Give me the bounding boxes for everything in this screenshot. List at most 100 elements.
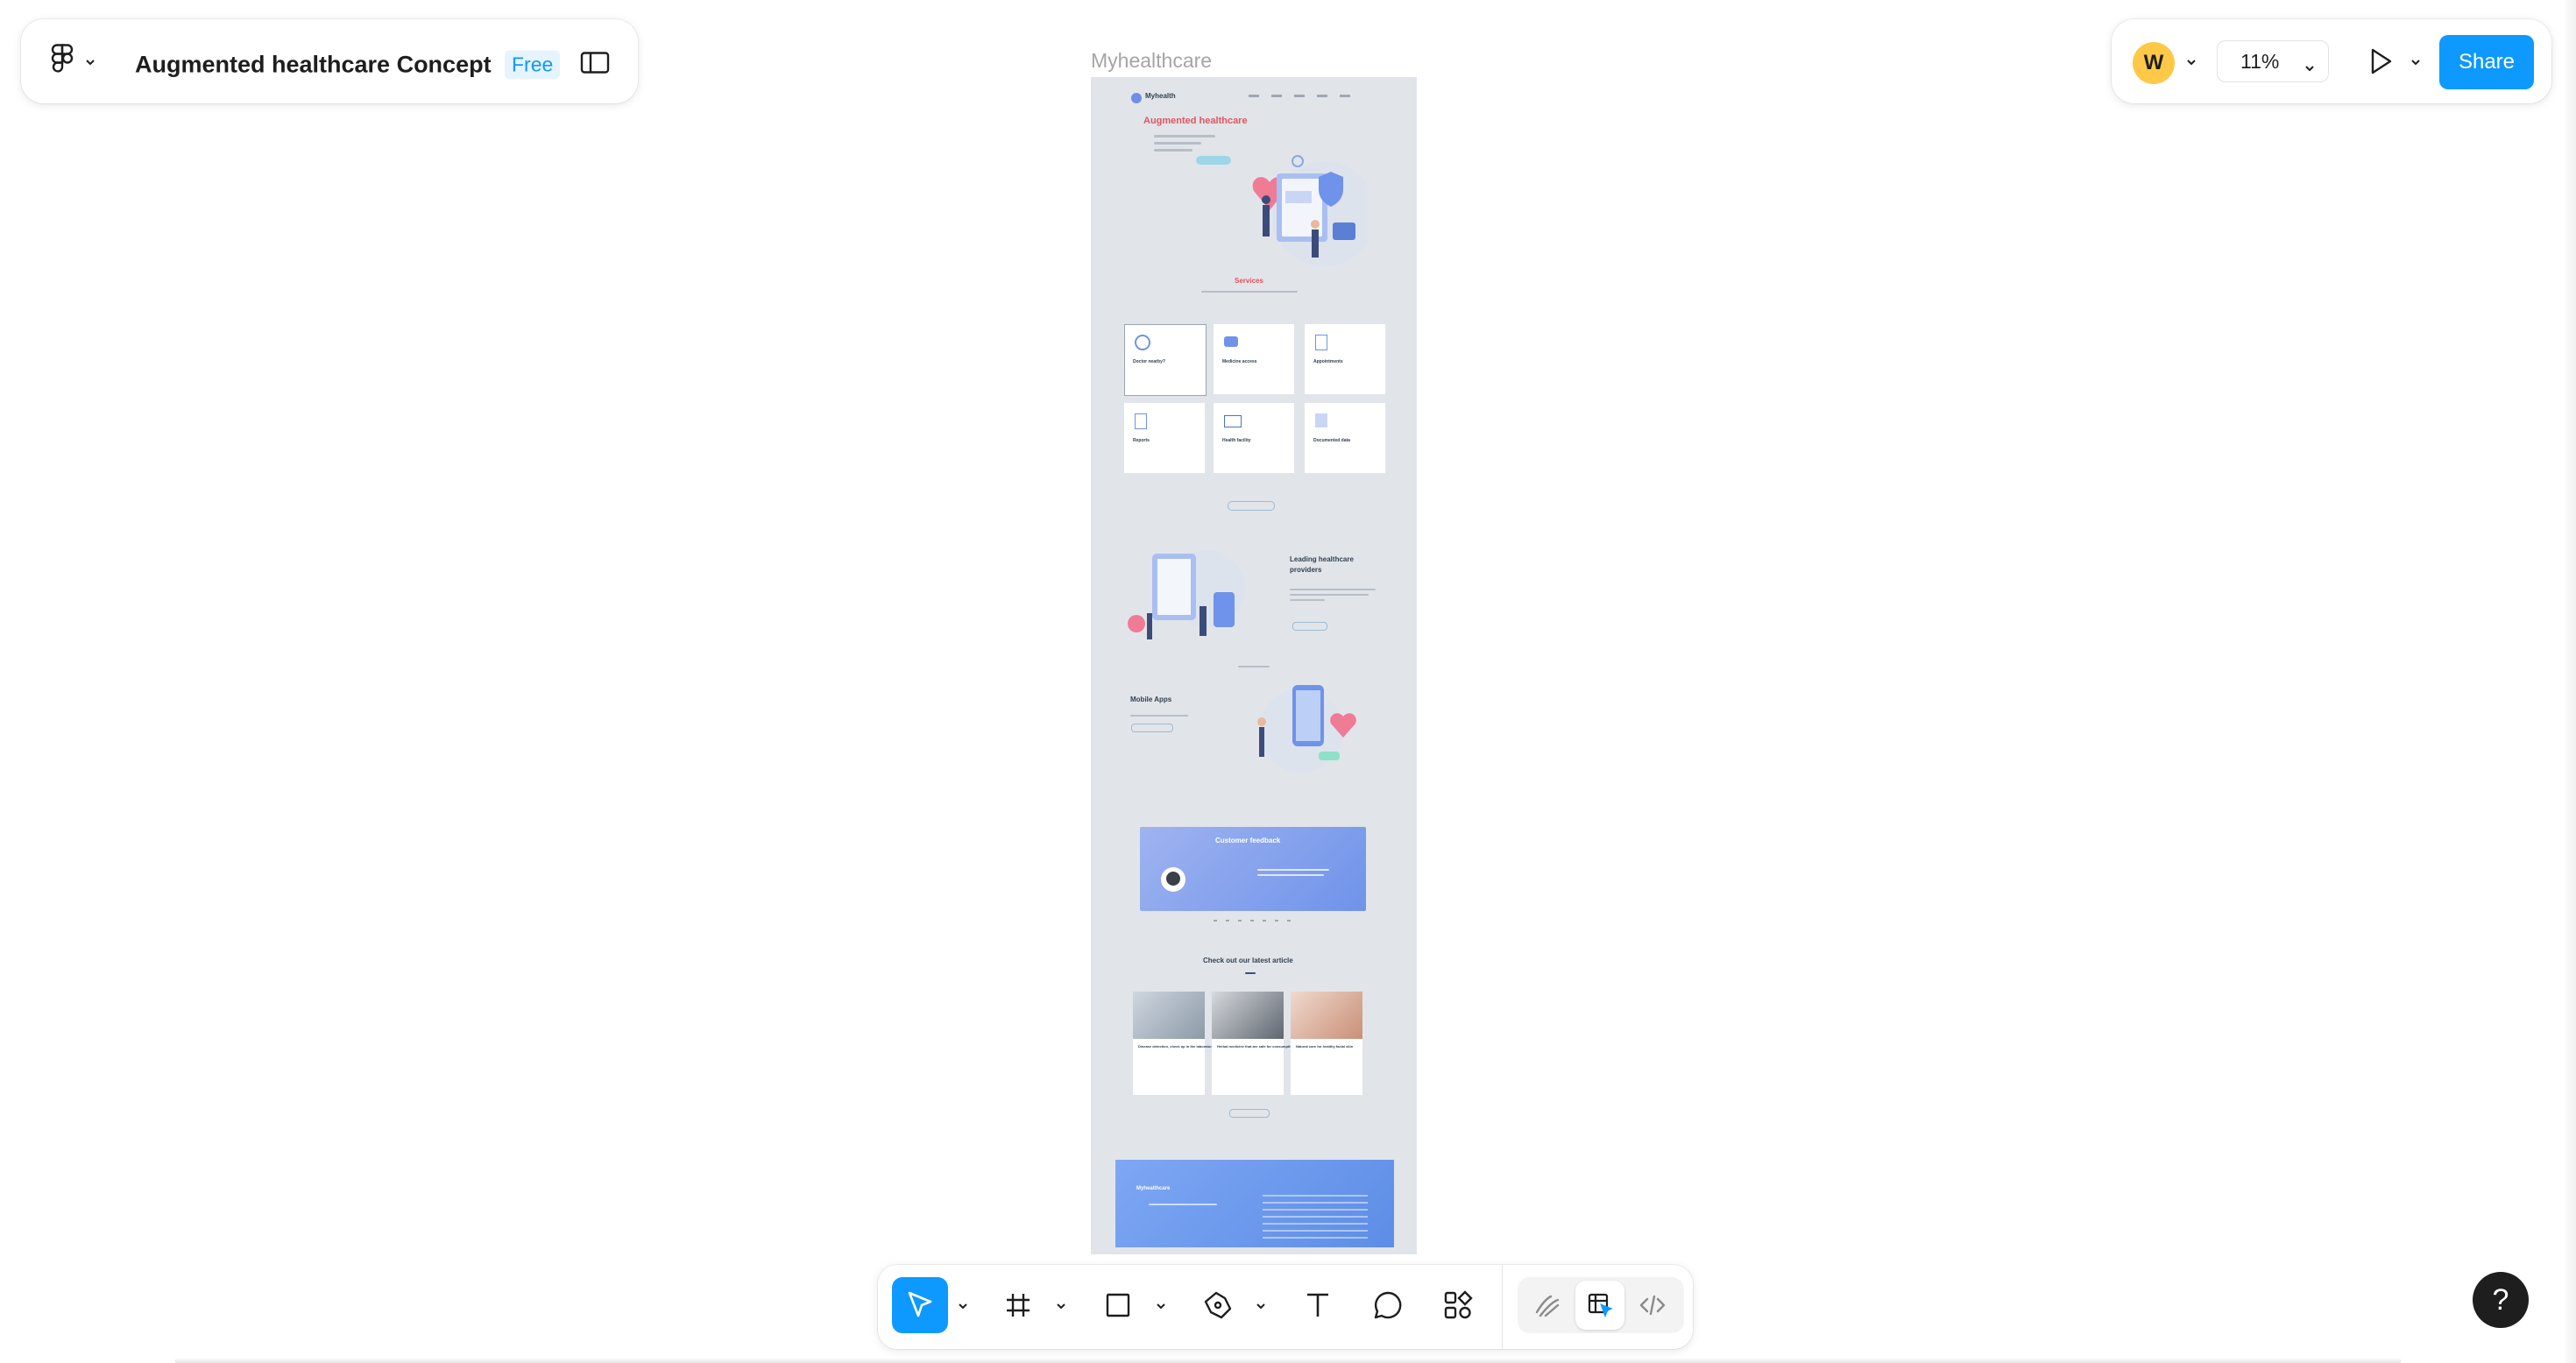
- draw-icon: [1535, 1295, 1560, 1317]
- plan-badge[interactable]: Free: [505, 50, 561, 80]
- frame-section-caption: [1238, 666, 1270, 667]
- frame-providers-text: [1290, 599, 1325, 601]
- frame-service-card-title: Documented data: [1313, 438, 1350, 443]
- frame-service-card-title: Medicine access: [1222, 359, 1257, 364]
- zoom-value: 11%: [2240, 49, 2280, 73]
- frame-service-card-title: Appointments: [1313, 359, 1343, 364]
- frame-service-card-title: Reports: [1133, 438, 1150, 443]
- share-button[interactable]: Share: [2439, 35, 2534, 89]
- frame-tool-button[interactable]: [990, 1277, 1046, 1333]
- frame-service-card-title: Doctor nearby?: [1133, 359, 1165, 364]
- frame-providers-illustration: [1128, 550, 1245, 639]
- design-mode-icon: [1588, 1293, 1613, 1318]
- pill-icon: [1224, 336, 1238, 347]
- frame-view-more-button: [1228, 501, 1275, 511]
- code-icon: [1639, 1295, 1666, 1316]
- main-menu-button[interactable]: [51, 44, 74, 80]
- rectangle-icon: [1106, 1293, 1130, 1317]
- frame-service-card-title: Health facility: [1222, 438, 1251, 443]
- frame-mobile-title: Mobile Apps: [1130, 696, 1172, 703]
- frame-logo-icon: [1131, 93, 1142, 103]
- frame-hero-text: [1154, 142, 1201, 145]
- frame-providers-text: [1290, 594, 1369, 596]
- report-icon: [1135, 413, 1147, 429]
- frame-articles-button: [1229, 1109, 1270, 1118]
- frame-footer-brand: Myhealthcare: [1136, 1186, 1171, 1191]
- canvas-frame[interactable]: Myhealth Augmented healthcare Services D…: [1091, 77, 1417, 1254]
- play-icon: [2371, 48, 2392, 74]
- frame-brand: Myhealth: [1145, 92, 1176, 100]
- present-button[interactable]: [2367, 47, 2394, 80]
- frame-providers-button: [1292, 622, 1327, 631]
- figma-logo-icon: [51, 44, 74, 73]
- frame-providers-text: [1290, 589, 1376, 590]
- help-button[interactable]: ?: [2473, 1272, 2529, 1328]
- user-avatar[interactable]: W: [2133, 42, 2175, 84]
- hospital-icon: [1224, 415, 1242, 427]
- frame-article-title: Disease detection, check up in the labor…: [1138, 1044, 1214, 1049]
- frame-article-image: [1212, 992, 1284, 1039]
- file-title[interactable]: Augmented healthcare Concept: [135, 52, 492, 79]
- frame-hash-icon: [1007, 1294, 1030, 1317]
- move-tool-chevron-icon[interactable]: [957, 1300, 969, 1312]
- frame-providers-title: providers: [1290, 566, 1322, 574]
- pen-icon: [1204, 1291, 1232, 1319]
- frame-services-title: Services: [1235, 277, 1263, 285]
- frame-feedback-quote: [1257, 874, 1324, 876]
- frame-article-image: [1291, 992, 1362, 1039]
- search-doctor-icon: [1135, 335, 1150, 350]
- frame-label[interactable]: Myhealthcare: [1091, 49, 1212, 73]
- frame-articles-divider: [1245, 972, 1256, 974]
- calendar-doc-icon: [1315, 335, 1327, 350]
- frame-footer-text: [1149, 1204, 1217, 1205]
- frame-feedback-avatar-photo: [1166, 872, 1180, 886]
- draw-mode-button[interactable]: [1523, 1281, 1572, 1330]
- frame-providers-title: Leading healthcare: [1290, 555, 1354, 563]
- frame-hero-text: [1154, 135, 1215, 138]
- frame-hero-text: [1154, 149, 1192, 152]
- zoom-chevron-icon: [2304, 56, 2316, 80]
- toolbar-divider: [1502, 1265, 1503, 1349]
- move-tool-button[interactable]: [892, 1277, 948, 1333]
- comment-tool-button[interactable]: [1360, 1277, 1416, 1333]
- design-mode-button[interactable]: [1575, 1281, 1624, 1330]
- frame-article-title: Herbal medicine that are safe for consum…: [1217, 1044, 1295, 1049]
- frame-feedback-dots: [1214, 920, 1292, 922]
- main-menu-chevron-icon[interactable]: [84, 56, 96, 68]
- comment-icon: [1374, 1291, 1402, 1319]
- frame-tool-chevron-icon[interactable]: [1055, 1300, 1067, 1312]
- frame-services-subtitle: [1201, 291, 1298, 293]
- frame-feedback-quote: [1257, 869, 1329, 871]
- frame-hero-illustration: [1252, 155, 1368, 266]
- avatar-chevron-icon[interactable]: [2185, 56, 2197, 68]
- frame-hero-title: Augmented healthcare: [1143, 116, 1248, 126]
- zoom-dropdown[interactable]: 11%: [2217, 40, 2329, 82]
- frame-article-image: [1133, 992, 1205, 1039]
- text-icon: [1307, 1293, 1328, 1317]
- present-chevron-icon[interactable]: [2410, 56, 2422, 68]
- frame-nav-links: [1249, 95, 1362, 97]
- frame-mobile-text: [1130, 715, 1188, 717]
- pen-tool-chevron-icon[interactable]: [1255, 1300, 1267, 1312]
- bottom-toolbar: [878, 1265, 1693, 1349]
- text-tool-button[interactable]: [1290, 1277, 1346, 1333]
- resources-tool-button[interactable]: [1430, 1277, 1486, 1333]
- sidebar-toggle-button[interactable]: [580, 52, 610, 79]
- frame-footer-columns: [1263, 1195, 1368, 1239]
- document-icon: [1315, 413, 1327, 427]
- toolbar-right: W 11% Share: [2112, 19, 2551, 103]
- dev-mode-button[interactable]: [1628, 1281, 1677, 1330]
- frame-feedback-title: Customer feedback: [1215, 837, 1281, 844]
- frame-articles-title: Check out our latest article: [1203, 957, 1293, 964]
- shape-tool-button[interactable]: [1090, 1277, 1146, 1333]
- frame-article-title: Natural care for healthy facial skin: [1296, 1044, 1354, 1049]
- file-panel: Augmented healthcare Concept Free: [21, 19, 638, 103]
- window-right-edge: [2562, 0, 2576, 1363]
- resources-icon: [1444, 1290, 1473, 1319]
- frame-hero-button: [1196, 156, 1231, 165]
- mode-group: [1518, 1277, 1684, 1333]
- pen-tool-button[interactable]: [1190, 1277, 1246, 1333]
- shape-tool-chevron-icon[interactable]: [1155, 1300, 1167, 1312]
- frame-mobile-illustration: [1257, 685, 1356, 773]
- cursor-icon: [908, 1291, 932, 1317]
